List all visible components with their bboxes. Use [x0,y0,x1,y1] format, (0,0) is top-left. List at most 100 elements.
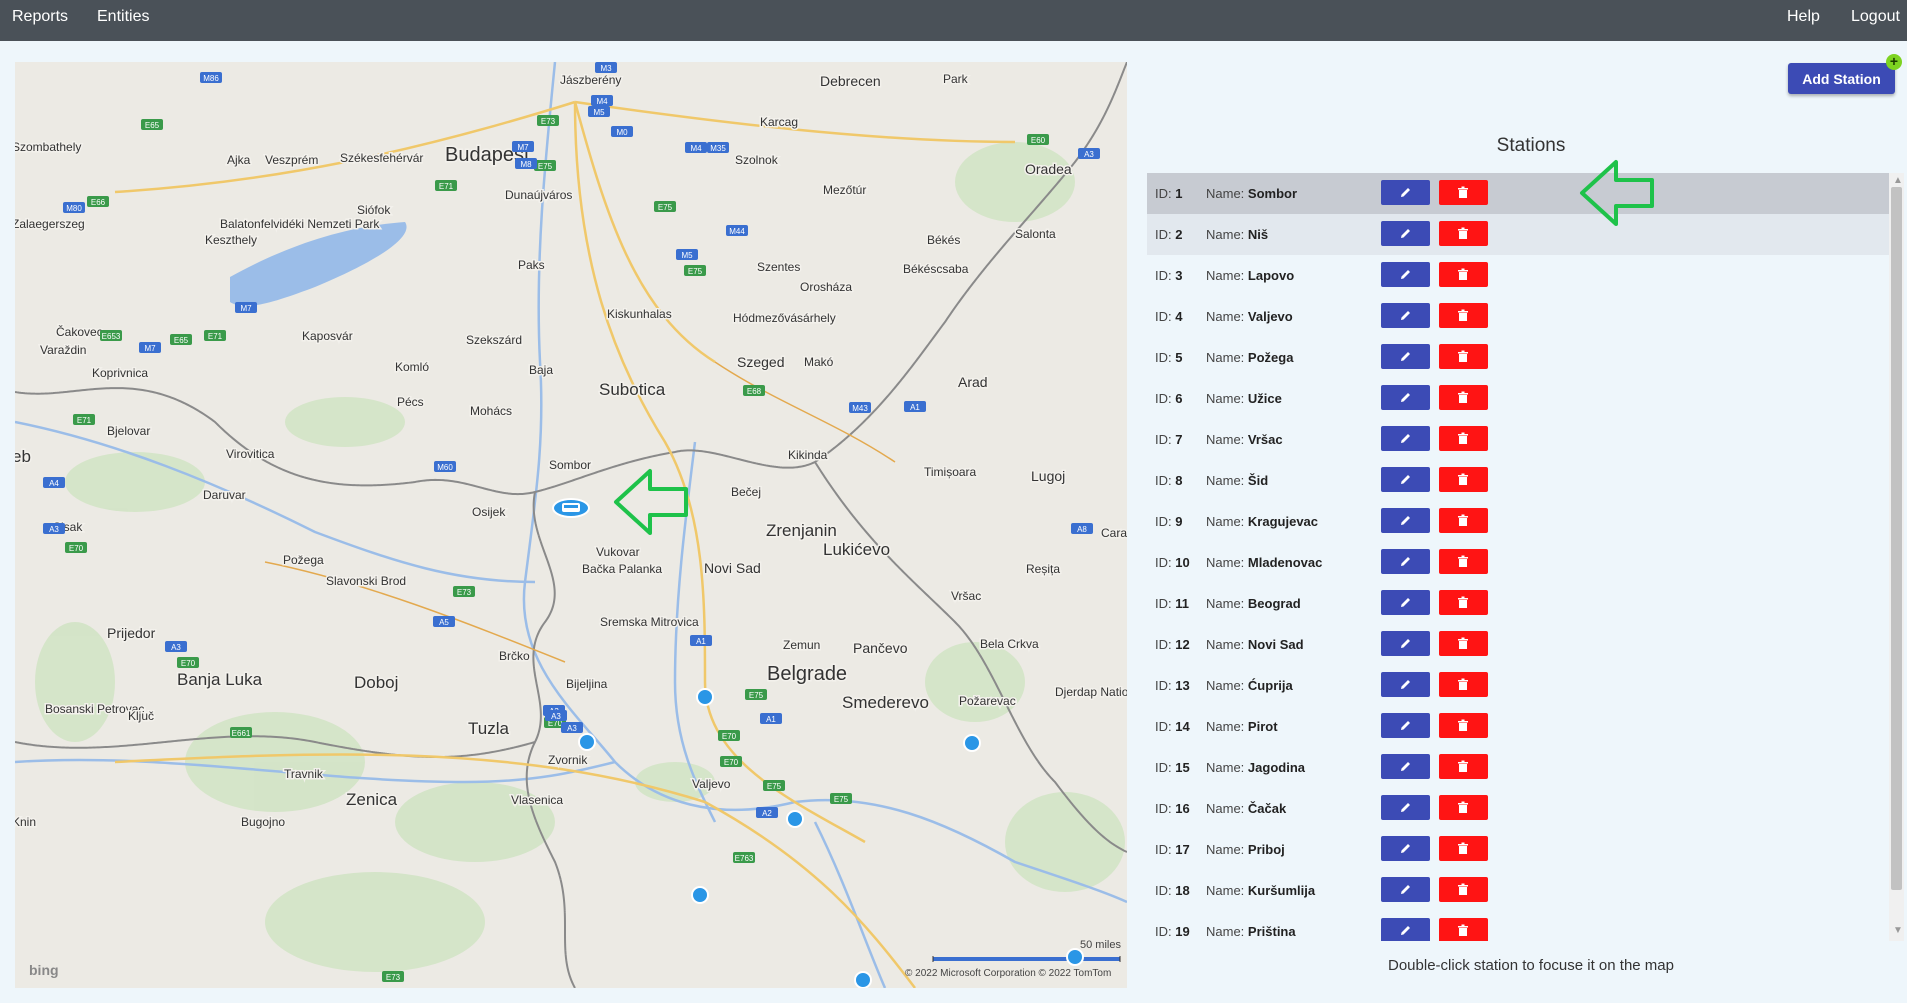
edit-station-button[interactable] [1381,877,1430,902]
svg-text:E75: E75 [538,162,553,171]
map-city-label: Dunaújváros [505,188,572,202]
road-shield: M43 [849,402,871,413]
delete-station-button[interactable] [1439,836,1488,861]
station-row[interactable]: ID: 16 Name: Čačak [1147,788,1889,829]
delete-station-button[interactable] [1439,549,1488,574]
road-shield: A3 [43,523,65,534]
station-name: Name: Čačak [1206,801,1287,816]
edit-station-button[interactable] [1381,303,1430,328]
edit-station-button[interactable] [1381,590,1430,615]
edit-station-button[interactable] [1381,426,1430,451]
station-row[interactable]: ID: 10 Name: Mladenovac [1147,542,1889,583]
station-row[interactable]: ID: 13 Name: Ćuprija [1147,665,1889,706]
station-pin-icon[interactable] [786,810,804,828]
station-row[interactable]: ID: 19 Name: Priština [1147,911,1889,941]
delete-station-button[interactable] [1439,385,1488,410]
station-row[interactable]: ID: 8 Name: Šid [1147,460,1889,501]
station-list[interactable]: ID: 1 Name: Sombor ID: 2 Name: Niš ID: 3 Name… [1147,173,1889,941]
map-city-label: Sremska Mitrovica [600,615,699,629]
station-row[interactable]: ID: 11 Name: Beograd [1147,583,1889,624]
delete-station-button[interactable] [1439,713,1488,738]
delete-station-button[interactable] [1439,180,1488,205]
delete-station-button[interactable] [1439,672,1488,697]
edit-station-button[interactable] [1381,385,1430,410]
edit-station-button[interactable] [1381,221,1430,246]
road-shield: E60 [1027,134,1049,145]
station-row[interactable]: ID: 9 Name: Kragujevac [1147,501,1889,542]
delete-station-button[interactable] [1439,303,1488,328]
edit-station-button[interactable] [1381,549,1430,574]
edit-station-button[interactable] [1381,344,1430,369]
delete-station-button[interactable] [1439,795,1488,820]
station-pin-icon[interactable] [854,971,872,988]
station-id: ID: 15 [1155,760,1190,775]
delete-station-button[interactable] [1439,467,1488,492]
scroll-thumb[interactable] [1891,187,1902,890]
station-row[interactable]: ID: 2 Name: Niš [1147,214,1889,255]
scroll-down-icon[interactable]: ▼ [1893,925,1903,936]
delete-station-button[interactable] [1439,918,1488,941]
delete-station-button[interactable] [1439,262,1488,287]
delete-station-button[interactable] [1439,221,1488,246]
station-row[interactable]: ID: 18 Name: Kuršumlija [1147,870,1889,911]
trash-icon [1458,637,1468,649]
station-id: ID: 2 [1155,227,1183,242]
station-marker-sombor[interactable] [552,498,590,518]
station-row[interactable]: ID: 17 Name: Priboj [1147,829,1889,870]
station-row[interactable]: ID: 14 Name: Pirot [1147,706,1889,747]
station-row[interactable]: ID: 7 Name: Vršac [1147,419,1889,460]
station-row[interactable]: ID: 6 Name: Užice [1147,378,1889,419]
map-city-label: Veszprém [265,153,318,167]
nav-reports[interactable]: Reports [12,8,68,26]
edit-station-button[interactable] [1381,918,1430,941]
delete-station-button[interactable] [1439,590,1488,615]
edit-station-button[interactable] [1381,754,1430,779]
station-row[interactable]: ID: 12 Name: Novi Sad [1147,624,1889,665]
map-view[interactable]: Budapest Jászberény Debrecen Szombathely Ajk… [15,62,1127,988]
svg-text:E70: E70 [722,732,737,741]
delete-station-button[interactable] [1439,344,1488,369]
station-pin-icon[interactable] [696,688,714,706]
nav-entities[interactable]: Entities [97,8,149,26]
road-shield: E75 [830,793,852,804]
map-city-label: Békéscsaba [903,262,969,276]
station-pin-icon[interactable] [1066,948,1084,966]
edit-station-button[interactable] [1381,467,1430,492]
station-name: Name: Valjevo [1206,309,1293,324]
trash-icon [1458,309,1468,321]
station-pin-icon[interactable] [963,734,981,752]
map-city-label: Bugojno [241,815,285,829]
delete-station-button[interactable] [1439,508,1488,533]
station-row[interactable]: ID: 3 Name: Lapovo [1147,255,1889,296]
station-id: ID: 17 [1155,842,1190,857]
station-row[interactable]: ID: 5 Name: Požega [1147,337,1889,378]
edit-station-button[interactable] [1381,672,1430,697]
edit-station-button[interactable] [1381,836,1430,861]
delete-station-button[interactable] [1439,754,1488,779]
pencil-icon [1401,393,1410,402]
add-station-button[interactable]: Add Station [1788,63,1895,94]
station-row[interactable]: ID: 1 Name: Sombor [1147,173,1889,214]
station-row[interactable]: ID: 4 Name: Valjevo [1147,296,1889,337]
station-pin-icon[interactable] [691,886,709,904]
station-name: Name: Požega [1206,350,1294,365]
station-pin-icon[interactable] [578,733,596,751]
edit-station-button[interactable] [1381,180,1430,205]
edit-station-button[interactable] [1381,713,1430,738]
edit-station-button[interactable] [1381,508,1430,533]
nav-help[interactable]: Help [1787,8,1820,26]
road-shield: M86 [200,72,222,83]
station-row[interactable]: ID: 15 Name: Jagodina [1147,747,1889,788]
svg-text:M86: M86 [203,74,219,83]
edit-station-button[interactable] [1381,631,1430,656]
svg-text:E763: E763 [735,854,754,863]
delete-station-button[interactable] [1439,426,1488,451]
edit-station-button[interactable] [1381,262,1430,287]
edit-station-button[interactable] [1381,795,1430,820]
svg-text:E75: E75 [658,203,673,212]
scroll-up-icon[interactable]: ▲ [1893,175,1903,186]
delete-station-button[interactable] [1439,877,1488,902]
station-list-scrollbar[interactable]: ▲ ▼ [1889,173,1904,941]
delete-station-button[interactable] [1439,631,1488,656]
nav-logout[interactable]: Logout [1851,8,1900,26]
